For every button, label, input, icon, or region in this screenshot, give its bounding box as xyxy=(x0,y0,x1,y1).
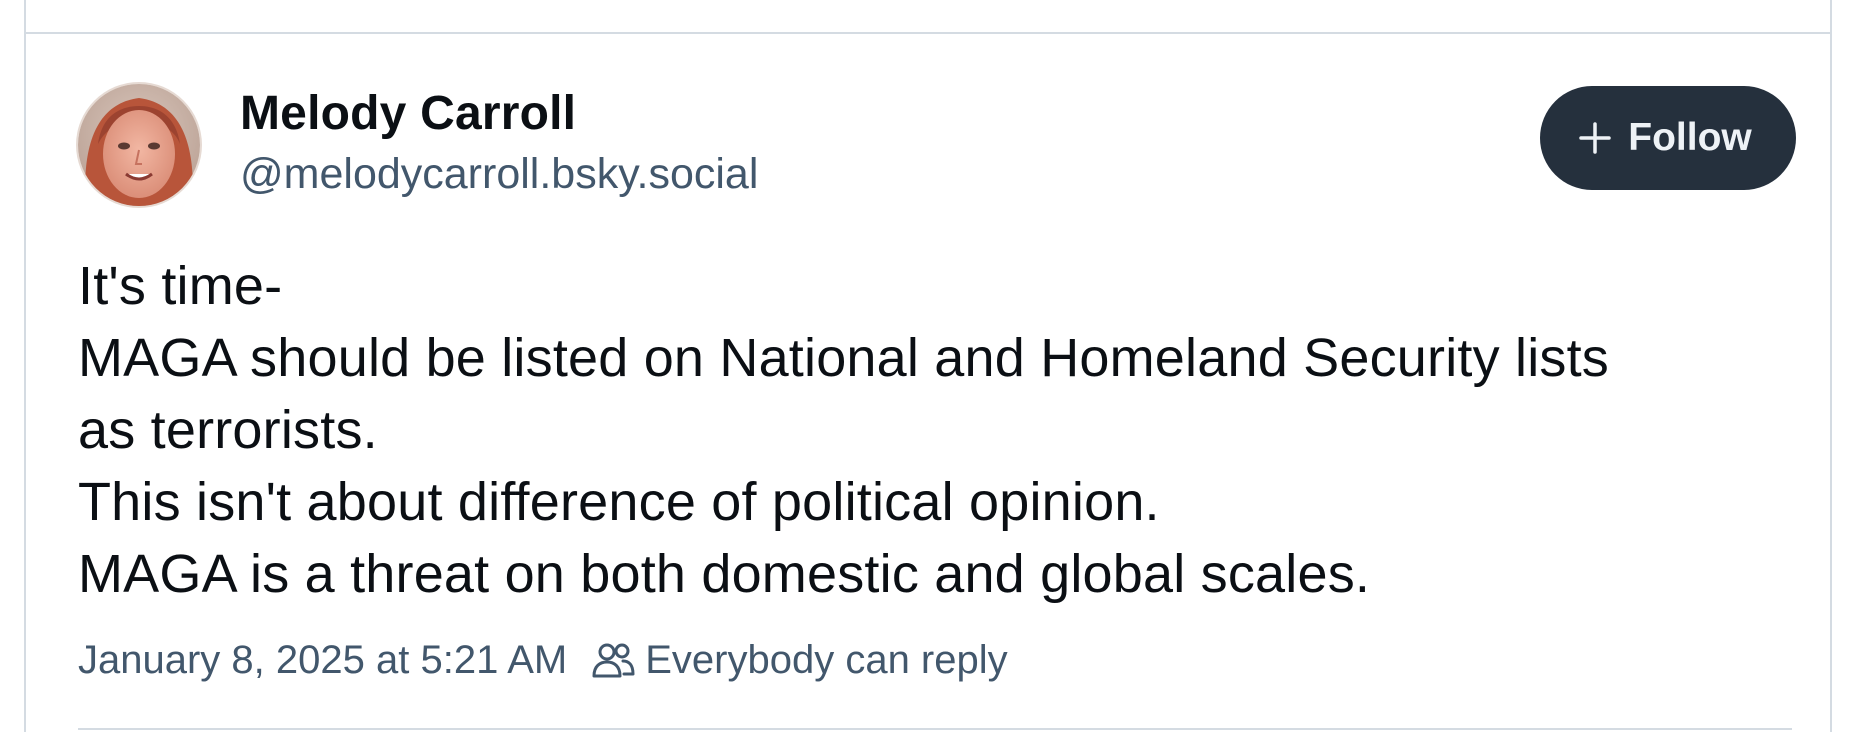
author-display-name[interactable]: Melody Carroll xyxy=(240,86,758,142)
post-text-line: It's time- xyxy=(78,256,283,316)
post-bottom-divider xyxy=(78,728,1792,730)
follow-button[interactable]: Follow xyxy=(1540,86,1796,190)
feed-column: Melody Carroll @melodycarroll.bsky.socia… xyxy=(24,0,1832,732)
author-handle[interactable]: @melodycarroll.bsky.social xyxy=(240,146,758,202)
follow-button-label: Follow xyxy=(1628,116,1752,159)
post-text: It's time- MAGA should be listed on Nati… xyxy=(78,250,1790,610)
plus-icon xyxy=(1579,122,1611,154)
post-meta: January 8, 2025 at 5:21 AM Everybody can… xyxy=(78,634,1008,686)
post-author[interactable]: Melody Carroll @melodycarroll.bsky.socia… xyxy=(240,86,758,202)
post-text-line: This isn't about difference of political… xyxy=(78,472,1160,532)
post-text-line: MAGA should be listed on National and Ho… xyxy=(78,328,1610,388)
profile-photo-icon xyxy=(78,84,200,206)
post-text-line: MAGA is a threat on both domestic and gl… xyxy=(78,544,1371,604)
reply-setting[interactable]: Everybody can reply xyxy=(645,634,1007,686)
post[interactable]: Melody Carroll @melodycarroll.bsky.socia… xyxy=(26,34,1830,732)
avatar[interactable] xyxy=(78,84,200,206)
people-icon xyxy=(592,643,635,678)
post-timestamp[interactable]: January 8, 2025 at 5:21 AM xyxy=(78,634,567,686)
post-text-line: as terrorists. xyxy=(78,400,378,460)
